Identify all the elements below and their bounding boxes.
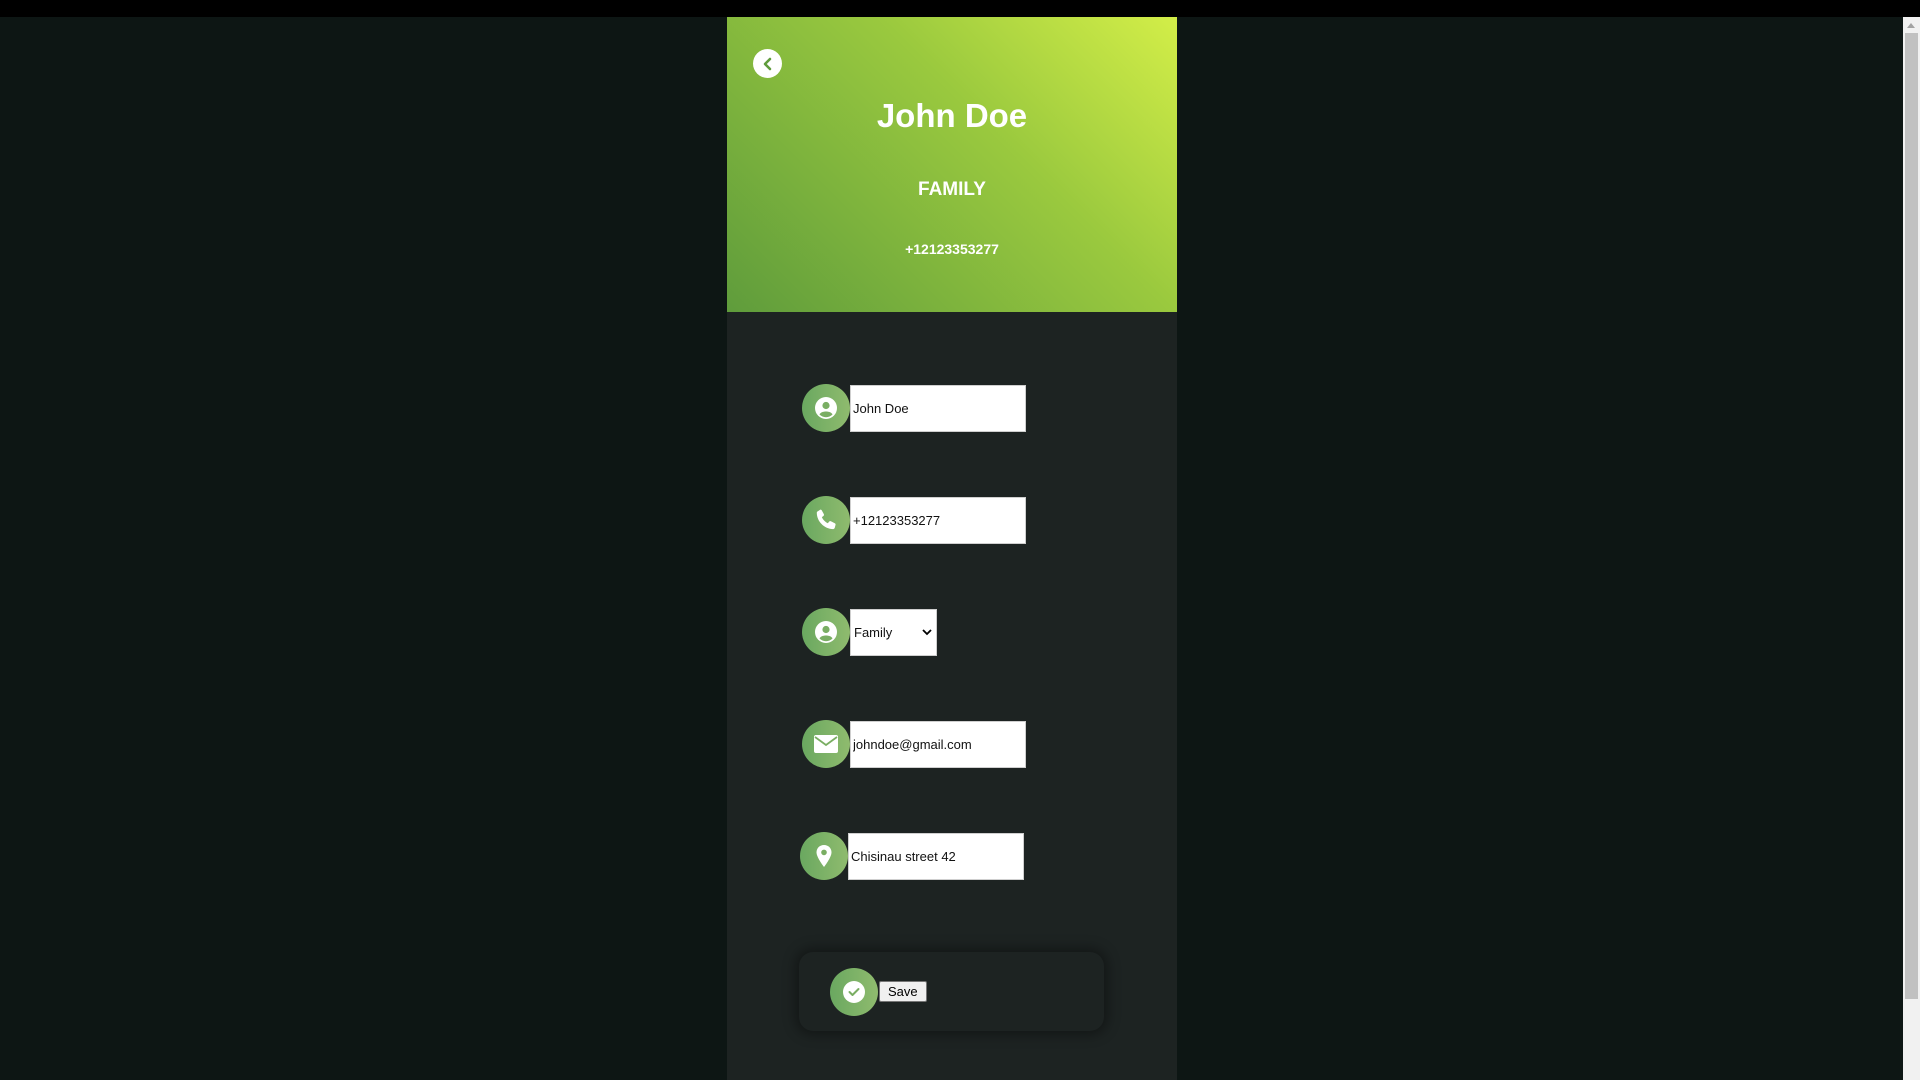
contact-group-title: FAMILY: [918, 179, 986, 200]
back-button[interactable]: [753, 49, 782, 78]
save-panel: Save: [799, 952, 1104, 1031]
group-select[interactable]: Family: [850, 608, 937, 656]
address-input[interactable]: [848, 832, 1024, 880]
name-field-row: [802, 384, 1026, 432]
browser-top-bar: [0, 0, 1920, 17]
scrollbar-thumb[interactable]: [1905, 33, 1918, 999]
phone-icon: [802, 496, 850, 544]
contact-card: John Doe FAMILY +12123353277 John Doe +1…: [727, 17, 1177, 1080]
phone-input[interactable]: [850, 496, 1026, 544]
address-field-row: [800, 832, 1024, 880]
group-select-value: Family: [854, 624, 893, 640]
map-pin-icon: [800, 832, 848, 880]
name-input[interactable]: [850, 384, 1026, 432]
user-icon: [802, 384, 850, 432]
contact-name-title: John Doe: [876, 97, 1028, 134]
page-scrollbar[interactable]: [1903, 17, 1920, 1080]
envelope-icon: [802, 720, 850, 768]
email-input[interactable]: [850, 720, 1026, 768]
phone-field-row: [802, 496, 1026, 544]
save-button[interactable]: Save: [879, 981, 927, 1002]
chevron-down-icon: [922, 629, 932, 636]
contact-phone-title: +12123353277: [905, 241, 999, 257]
email-field-row: [802, 720, 1026, 768]
chevron-left-icon: [763, 57, 771, 70]
check-icon: [830, 968, 878, 1016]
contact-header: John Doe FAMILY +12123353277: [727, 17, 1177, 312]
group-field-row: Family: [802, 608, 937, 656]
user-icon: [802, 608, 850, 656]
scroll-up-arrow-icon[interactable]: [1907, 23, 1915, 28]
